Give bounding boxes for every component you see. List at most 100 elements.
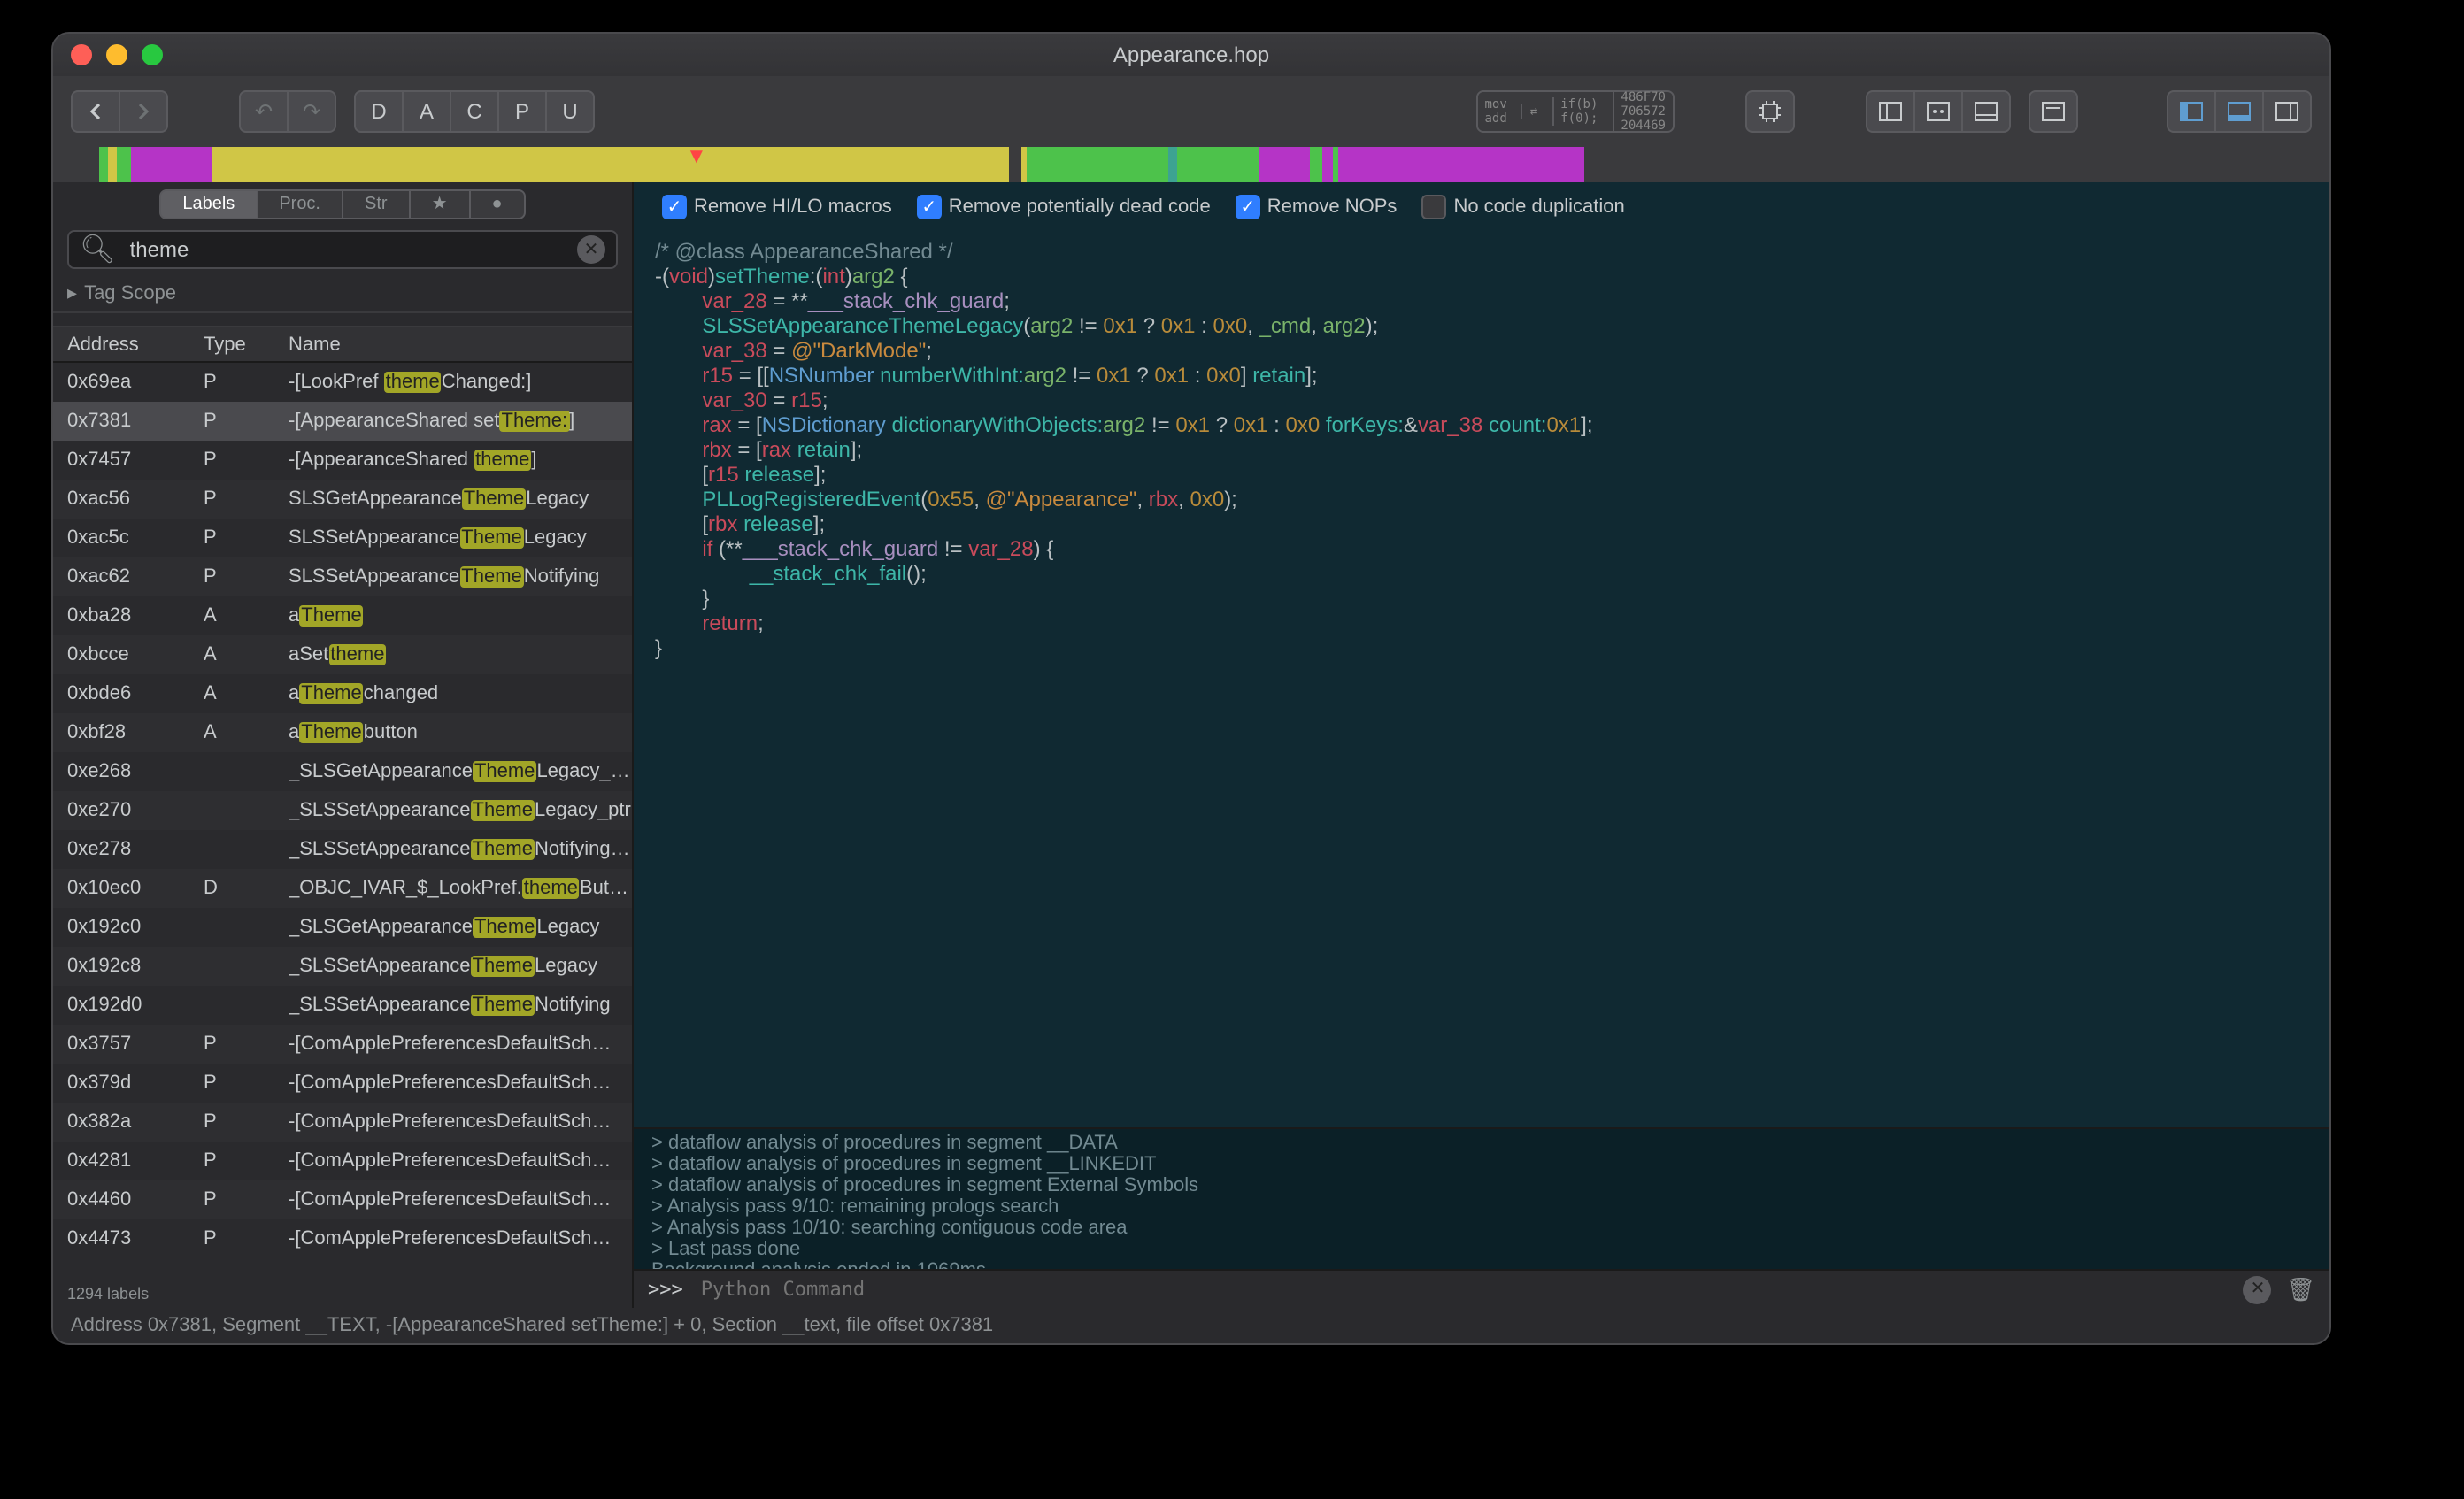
nav-group xyxy=(71,90,168,133)
command-input[interactable] xyxy=(697,1276,2229,1303)
mode-u-button[interactable]: U xyxy=(545,90,595,133)
zoom-icon[interactable] xyxy=(142,44,163,65)
nav-forward-button[interactable] xyxy=(119,90,168,133)
nav-segment[interactable] xyxy=(117,147,130,182)
labels-table[interactable]: 0x69eaP-[LookPref themeChanged:]0x7381P-… xyxy=(53,363,632,1280)
table-row[interactable]: 0x192c0_SLSGetAppearanceThemeLegacy xyxy=(53,908,632,947)
table-row[interactable]: 0x382aP-[ComApplePreferencesDefaultSch… xyxy=(53,1103,632,1142)
table-row[interactable]: 0xbf28AaThemebutton xyxy=(53,713,632,752)
tag-scope-toggle[interactable]: ▸Tag Scope xyxy=(53,274,632,313)
trash-icon[interactable]: 🗑︎ xyxy=(2286,1275,2315,1303)
table-row[interactable]: 0x4473P-[ComApplePreferencesDefaultSch… xyxy=(53,1219,632,1258)
close-icon[interactable] xyxy=(71,44,92,65)
mode-d-button[interactable]: D xyxy=(354,90,404,133)
table-row[interactable]: 0x10ec0D_OBJC_IVAR_$_LookPref.themeButto… xyxy=(53,869,632,908)
checkbox-icon[interactable]: ✓ xyxy=(1236,195,1260,219)
table-row[interactable]: 0xba28AaTheme xyxy=(53,596,632,635)
redo-button[interactable]: ↷ xyxy=(287,90,336,133)
nav-segment[interactable] xyxy=(130,147,212,182)
table-row[interactable]: 0x69eaP-[LookPref themeChanged:] xyxy=(53,363,632,402)
table-row[interactable]: 0x4281P-[ComApplePreferencesDefaultSch… xyxy=(53,1142,632,1180)
sidebar-tab-3[interactable]: ★ xyxy=(409,188,471,219)
code-line: var_30 = r15; xyxy=(655,388,2308,412)
search-input[interactable] xyxy=(127,235,566,264)
nav-segment[interactable] xyxy=(1020,147,1028,182)
checkbox-icon[interactable] xyxy=(1421,195,1446,219)
nav-segment[interactable] xyxy=(1259,147,1310,182)
nav-segment[interactable] xyxy=(1177,147,1259,182)
nav-segment[interactable] xyxy=(1585,147,2329,182)
cpu-button[interactable] xyxy=(1745,90,1795,133)
table-row[interactable]: 0x3757P-[ComApplePreferencesDefaultSch… xyxy=(53,1025,632,1064)
decompiler-option[interactable]: No code duplication xyxy=(1421,195,1624,219)
table-row[interactable]: 0xbde6AaThemechanged xyxy=(53,674,632,713)
table-row[interactable]: 0x192d0_SLSSetAppearanceThemeNotifying xyxy=(53,986,632,1025)
table-row[interactable]: 0x7381P-[AppearanceShared setTheme:] xyxy=(53,402,632,441)
name-cell: -[ComApplePreferencesDefaultSch… xyxy=(289,1228,632,1249)
table-row[interactable]: 0x4460P-[ComApplePreferencesDefaultSch… xyxy=(53,1180,632,1219)
clear-command-button[interactable]: ✕ xyxy=(2244,1275,2272,1303)
nav-back-button[interactable] xyxy=(71,90,120,133)
col-address[interactable]: Address xyxy=(53,334,204,355)
checkbox-icon[interactable]: ✓ xyxy=(917,195,942,219)
table-row[interactable]: 0xe268_SLSGetAppearanceThemeLegacy_ptr xyxy=(53,752,632,791)
decompiler-option[interactable]: ✓Remove HI/LO macros xyxy=(662,195,892,219)
addr-cell: 0xe278 xyxy=(53,839,204,860)
panel-dots-button[interactable] xyxy=(1913,90,1963,133)
panel-left-button[interactable] xyxy=(1866,90,1915,133)
table-row[interactable]: 0xac5cPSLSSetAppearanceThemeLegacy xyxy=(53,519,632,557)
window-title: Appearance.hop xyxy=(1113,42,1269,67)
nav-segment[interactable] xyxy=(1332,147,1339,182)
toggle-bottom-panel-button[interactable] xyxy=(2214,90,2264,133)
table-row[interactable]: 0x379dP-[ComApplePreferencesDefaultSch… xyxy=(53,1064,632,1103)
nav-cursor-icon: ▼ xyxy=(686,143,707,168)
sidebar-tab-1[interactable]: Proc. xyxy=(256,188,343,219)
table-row[interactable]: 0xac56PSLSGetAppearanceThemeLegacy xyxy=(53,480,632,519)
nav-segment[interactable] xyxy=(108,147,117,182)
decompiler-option[interactable]: ✓Remove potentially dead code xyxy=(917,195,1211,219)
table-row[interactable]: 0x192c8_SLSSetAppearanceThemeLegacy xyxy=(53,947,632,986)
mode-p-button[interactable]: P xyxy=(497,90,547,133)
table-row[interactable]: 0xe270_SLSSetAppearanceThemeLegacy_ptr xyxy=(53,791,632,830)
table-row[interactable]: 0x7457P-[AppearanceShared theme] xyxy=(53,441,632,480)
table-row[interactable]: 0xbcceAaSettheme xyxy=(53,635,632,674)
nav-segment[interactable] xyxy=(1310,147,1323,182)
toggle-sidebar-right-button[interactable] xyxy=(2262,90,2312,133)
table-row[interactable]: 0xe278_SLSSetAppearanceThemeNotifying… xyxy=(53,830,632,869)
nav-segment[interactable] xyxy=(1028,147,1168,182)
navigation-bar[interactable]: ▼ xyxy=(53,147,2329,182)
panel-bottom-button[interactable] xyxy=(1961,90,2011,133)
pseudo-code-view[interactable]: /* @class AppearanceShared */-(void)setT… xyxy=(634,232,2329,1127)
nav-segment[interactable] xyxy=(53,147,98,182)
type-cell: P xyxy=(204,1189,289,1211)
nav-segment[interactable] xyxy=(1339,147,1585,182)
nav-segment[interactable] xyxy=(98,147,107,182)
log-output: > dataflow analysis of procedures in seg… xyxy=(634,1127,2329,1269)
nav-segment[interactable] xyxy=(1009,147,1020,182)
undo-button[interactable]: ↶ xyxy=(239,90,289,133)
addr-cell: 0x4473 xyxy=(53,1228,204,1249)
table-row[interactable]: 0xac62PSLSSetAppearanceThemeNotifying xyxy=(53,557,632,596)
sidebar-tab-4[interactable]: ● xyxy=(469,188,526,219)
sidebar-tab-2[interactable]: Str xyxy=(342,188,411,219)
nav-segment[interactable] xyxy=(212,147,1009,182)
name-cell: SLSGetAppearanceThemeLegacy xyxy=(289,488,632,510)
main-area: LabelsProc.Str★● 🔍︎ ✕ ▸Tag Scope Address… xyxy=(53,182,2329,1308)
panel-single-button[interactable] xyxy=(2029,90,2078,133)
checkbox-icon[interactable]: ✓ xyxy=(662,195,687,219)
search-field[interactable]: 🔍︎ ✕ xyxy=(67,230,618,269)
nav-segment[interactable] xyxy=(1168,147,1177,182)
col-name[interactable]: Name xyxy=(289,334,632,355)
minimize-icon[interactable] xyxy=(106,44,127,65)
sidebar-tab-0[interactable]: Labels xyxy=(159,188,258,219)
nav-segment[interactable] xyxy=(1323,147,1332,182)
mode-c-button[interactable]: C xyxy=(450,90,499,133)
type-cell: D xyxy=(204,878,289,899)
decompiler-option[interactable]: ✓Remove NOPs xyxy=(1236,195,1398,219)
clear-search-button[interactable]: ✕ xyxy=(577,235,605,264)
code-line: SLSSetAppearanceThemeLegacy(arg2 != 0x1 … xyxy=(655,313,2308,338)
col-type[interactable]: Type xyxy=(204,334,289,355)
mode-a-button[interactable]: A xyxy=(402,90,451,133)
addr-cell: 0x192d0 xyxy=(53,995,204,1016)
toggle-sidebar-left-button[interactable] xyxy=(2167,90,2216,133)
